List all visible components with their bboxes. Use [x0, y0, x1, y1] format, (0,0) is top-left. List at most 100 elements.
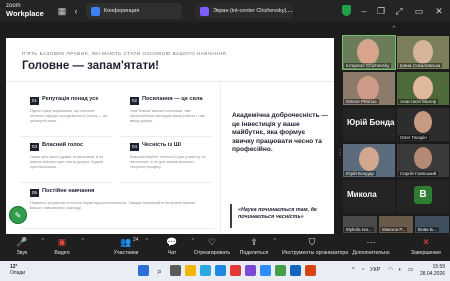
viber-icon[interactable]: [245, 265, 256, 276]
heart-icon: ♡: [207, 237, 217, 247]
host-tools-button[interactable]: ⛉ Инструменты организатора: [282, 236, 349, 256]
participants-count: 24: [133, 237, 139, 243]
participant-tile[interactable]: Микола: [343, 180, 395, 213]
participant-name: Анастасія Маляр: [398, 99, 439, 104]
participant-tile[interactable]: Микола Р...: [379, 216, 413, 233]
search-icon[interactable]: ⌕: [153, 265, 166, 277]
back-icon[interactable]: ‹: [71, 6, 81, 16]
powerpoint-icon[interactable]: [305, 265, 316, 276]
participant-tile[interactable]: Mykola Iva...: [343, 216, 377, 233]
participants-gallery: ⌃ Інтерпол Chizhevsky Ірина Сокаловська …: [341, 22, 450, 234]
participant-face: [414, 147, 432, 169]
participant-face: [413, 76, 433, 100]
weather-widget[interactable]: 12° Опади: [10, 264, 25, 276]
zoom-logo: zoom Workplace: [6, 2, 44, 18]
participant-face: [413, 40, 433, 64]
shared-screen: П'ЯТЬ БАЗОВИХ ПРАВИЛ, ЯКІ МАЮТЬ СТАТИ ОС…: [0, 22, 344, 234]
window-restore-icon[interactable]: ▭: [414, 6, 424, 16]
chat-button[interactable]: 💬 Чат ^: [150, 236, 194, 256]
participant-tile[interactable]: Сергій Гаєвський: [397, 144, 449, 177]
zoom-title-bar: zoom Workplace ▦ ‹ Конференция Экран (in…: [0, 0, 450, 22]
annotate-pen-icon[interactable]: ✎: [9, 206, 27, 224]
meeting-chip[interactable]: Конференция: [86, 3, 182, 19]
panel-collapse-icon[interactable]: ⋮: [336, 148, 344, 162]
rule-card: 03 Власний голос Наша ціль вашої думки т…: [20, 141, 112, 183]
volume-icon[interactable]: ◖: [398, 267, 401, 273]
participant-name: Сергій Гаєвський: [398, 171, 439, 176]
tray-chevron-icon[interactable]: ^: [352, 267, 355, 273]
highlight-text: Академічна доброчесність — це інвестиція…: [232, 112, 328, 153]
share-button[interactable]: ⇪ Поделиться ^: [232, 236, 276, 256]
slide-divider: [6, 81, 334, 82]
clock[interactable]: 15:59 28.04.2026: [420, 264, 445, 277]
participant-tile[interactable]: Інтерпол Chizhevsky: [342, 35, 396, 70]
chat-label: Чат: [167, 250, 177, 256]
network-icon[interactable]: ◔: [361, 267, 364, 273]
more-icon[interactable]: ⋯: [284, 6, 294, 16]
participants-button[interactable]: 👥 24 Участники ^: [104, 236, 148, 256]
wifi-icon[interactable]: ◠: [388, 267, 393, 273]
grid-icon[interactable]: ▦: [57, 6, 67, 16]
more-button[interactable]: ⋯ Дополнительно: [346, 236, 396, 256]
zoom-icon[interactable]: [260, 265, 271, 276]
participant-initial: В: [414, 186, 432, 204]
participant-tile[interactable]: Юрій Бондар: [343, 108, 395, 141]
rule-card: 02 Посилання — це сила Чим більше якісни…: [120, 95, 212, 137]
file-explorer-icon[interactable]: [185, 265, 196, 276]
participant-tile[interactable]: В: [397, 180, 449, 213]
chevron-up-icon[interactable]: ^: [146, 238, 148, 244]
participant-name-large: Микола: [347, 190, 377, 199]
app-icon[interactable]: [230, 265, 241, 276]
language-indicator[interactable]: УКР: [370, 267, 380, 273]
chevron-up-icon[interactable]: ⌃: [391, 25, 397, 33]
more-label: Дополнительно: [352, 250, 390, 256]
battery-icon[interactable]: ▭: [408, 267, 413, 273]
rule-desc: Чим більше якісних посилань, тим професі…: [130, 109, 205, 123]
participant-face: [357, 76, 379, 101]
participant-tile[interactable]: Вова Б...: [415, 216, 449, 233]
start-icon[interactable]: [138, 265, 149, 276]
participant-tile[interactable]: Юрій Бондар: [343, 144, 395, 177]
participant-name: Микола Р...: [380, 227, 408, 232]
camera-off-icon: ▣: [57, 237, 67, 247]
participant-name: Ірина Сокаловська: [398, 63, 443, 68]
participant-name: Вова Б...: [416, 227, 439, 232]
participant-face: [357, 39, 379, 65]
audio-button[interactable]: 🎤 Звук ^: [0, 236, 44, 256]
brand-top: zoom: [6, 3, 21, 9]
rule-title: Чесність із ШІ: [142, 142, 181, 148]
share-screen-icon: ⇪: [250, 237, 258, 247]
participant-name: Юрій Бондар: [344, 171, 376, 176]
weather-text: Опади: [10, 270, 26, 276]
host-tools-label: Инструменты организатора: [282, 250, 349, 256]
participant-tile[interactable]: Олеся Реатью: [343, 72, 395, 105]
chevron-up-icon[interactable]: ^: [82, 238, 84, 244]
participant-tile[interactable]: Олег Гагарін: [397, 108, 449, 141]
participant-tile[interactable]: Анастасія Маляр: [397, 72, 449, 105]
participant-face: [414, 111, 432, 133]
react-button[interactable]: ♡ Отреагировать: [190, 236, 234, 256]
telegram-icon[interactable]: [200, 265, 211, 276]
participant-name: Mykola Iva...: [344, 227, 374, 232]
browser-icon[interactable]: [215, 265, 226, 276]
rule-title: Власний голос: [42, 142, 84, 148]
minimize-icon[interactable]: –: [359, 6, 369, 16]
fullscreen-icon[interactable]: ⤢: [394, 6, 404, 16]
end-button[interactable]: ✕ Завершение: [406, 236, 446, 256]
security-shield-icon[interactable]: [342, 5, 351, 16]
participant-name: Інтерпол Chizhevsky: [344, 63, 392, 68]
app-icon[interactable]: [275, 265, 286, 276]
close-icon[interactable]: ✕: [434, 6, 444, 16]
restore-icon[interactable]: ❐: [376, 6, 386, 16]
shield-icon: ⛉: [308, 237, 316, 247]
chevron-up-icon[interactable]: ^: [274, 238, 276, 244]
video-button[interactable]: ▣ Видео ^: [40, 236, 84, 256]
chat-icon: 💬: [166, 237, 178, 247]
participant-face: [359, 147, 379, 171]
share-label: Поделиться: [239, 250, 269, 256]
slide-title: Головне — запам'ятати!: [22, 60, 159, 72]
task-view-icon[interactable]: [170, 265, 181, 276]
participant-tile[interactable]: Ірина Сокаловська: [397, 36, 449, 69]
word-icon[interactable]: [290, 265, 301, 276]
screen-chip[interactable]: Экран (int-center Chizhevsky): [195, 3, 293, 19]
